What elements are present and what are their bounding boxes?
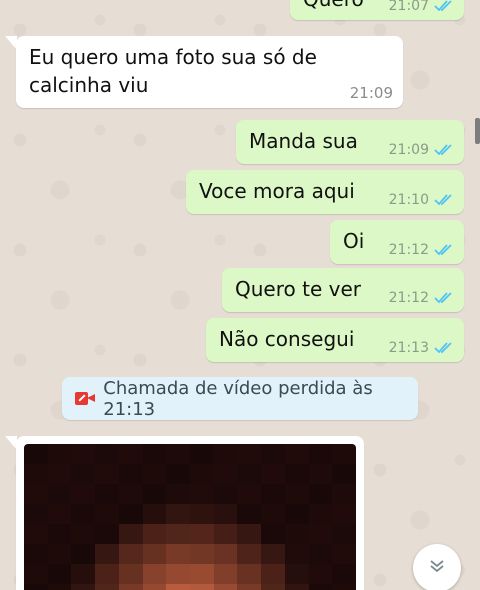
message-meta: 21:13 [389,341,454,355]
message-meta: 21:12 [389,291,454,305]
message-time: 21:13 [388,340,429,356]
missed-call-text: Chamada de vídeo perdida às 21:13 [103,377,373,420]
message-time: 21:10 [388,192,429,208]
double-check-icon [434,342,454,354]
message-text: Manda sua [249,129,358,153]
chevron-down-icon [428,558,446,578]
message-outgoing[interactable]: Manda sua 21:09 [236,120,464,164]
image-message[interactable] [16,436,364,590]
message-text: Quero [303,0,364,12]
double-check-icon [434,244,454,256]
double-check-icon [434,0,454,12]
message-time: 21:09 [349,84,393,102]
message-text-line1: Eu quero uma foto sua só de [29,45,317,69]
message-incoming[interactable]: Eu quero uma foto sua só de calcinha viu… [16,36,403,108]
message-outgoing[interactable]: Voce mora aqui 21:10 [186,170,464,214]
missed-video-call-icon [75,392,95,405]
missed-call-notice[interactable]: Chamada de vídeo perdida às 21:13 [62,377,418,420]
double-check-icon [434,144,454,156]
message-time: 21:09 [388,142,429,158]
message-text: Voce mora aqui [199,179,355,203]
message-time: 21:12 [388,242,429,258]
pixelated-image[interactable] [24,444,356,590]
message-meta: 21:07 [389,0,454,13]
message-text-line2: calcinha viu [29,73,149,97]
message-text: Oi [343,229,365,253]
message-outgoing[interactable]: Quero te ver 21:12 [222,268,464,312]
scrollbar-thumb[interactable] [475,118,480,144]
message-meta: 21:09 [349,84,393,102]
message-time: 21:07 [388,0,429,14]
message-text: Não consegui [219,327,355,351]
message-text: Quero te ver [235,277,361,301]
double-check-icon [434,194,454,206]
message-meta: 21:12 [389,243,454,257]
double-check-icon [434,292,454,304]
message-outgoing[interactable]: Quero 21:07 [290,0,464,20]
message-meta: 21:09 [389,143,454,157]
message-outgoing[interactable]: Oi 21:12 [330,220,464,264]
scroll-to-bottom-button[interactable] [413,544,461,590]
message-time: 21:12 [388,290,429,306]
message-outgoing[interactable]: Não consegui 21:13 [206,318,464,362]
message-meta: 21:10 [389,193,454,207]
